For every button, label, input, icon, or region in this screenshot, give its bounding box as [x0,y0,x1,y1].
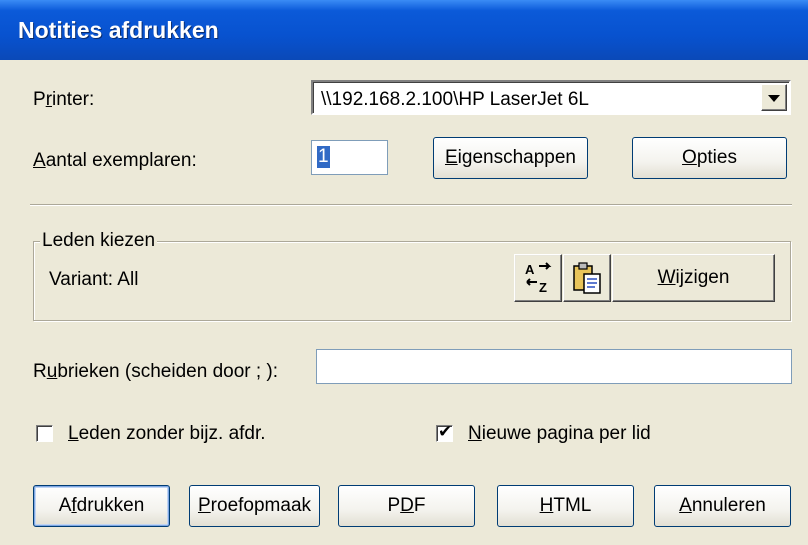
separator [30,204,792,206]
sort-button[interactable]: A Z [514,254,562,302]
copies-input[interactable]: 1 [311,140,388,175]
properties-button-label: Eigenschappen [444,147,576,168]
print-button[interactable]: Afdrukken [33,485,170,527]
properties-button[interactable]: Eigenschappen [433,137,588,179]
members-without-special-print-checkbox[interactable] [36,425,53,442]
window-title: Notities afdrukken [18,17,219,43]
members-group-legend: Leden kiezen [40,230,158,252]
printer-select-value: \\192.168.2.100\HP LaserJet 6L [321,89,589,110]
printer-select[interactable]: \\192.168.2.100\HP LaserJet 6L [311,80,791,115]
preview-button[interactable]: Proefopmaak [189,485,320,527]
title-bar[interactable]: Notities afdrukken [0,0,808,60]
html-button[interactable]: HTML [497,485,634,527]
dropdown-arrow-button[interactable] [761,84,787,111]
checkmark-icon: ✔ [438,422,453,441]
svg-text:A: A [525,262,535,277]
preview-button-label: Proefopmaak [197,495,312,516]
variant-text: Variant: All [49,269,139,290]
sort-az-icon: A Z [525,262,552,295]
members-without-special-print-label[interactable]: Leden zonder bijz. afdr. [68,423,266,445]
new-page-per-member-label[interactable]: Nieuwe pagina per lid [468,423,651,445]
print-button-label: Afdrukken [58,495,145,516]
copies-input-value: 1 [317,146,330,168]
change-button[interactable]: Wijzigen [612,254,775,302]
svg-text:Z: Z [539,280,547,295]
pdf-button-label: PDF [387,495,426,516]
sections-input[interactable] [316,349,792,384]
pdf-button[interactable]: PDF [338,485,475,527]
options-button[interactable]: Opties [632,137,787,179]
printer-label: Printer: [33,89,95,110]
options-button-label: Opties [682,147,737,168]
clipboard-button[interactable] [563,254,611,302]
chevron-down-icon [768,95,780,102]
sections-label: Rubrieken (scheiden door ; ): [33,361,279,382]
new-page-per-member-checkbox[interactable]: ✔ [436,422,453,442]
cancel-button-label: Annuleren [679,495,766,516]
cancel-button[interactable]: Annuleren [654,485,791,527]
clipboard-icon [573,262,601,294]
copies-label: Aantal exemplaren: [33,150,197,171]
html-button-label: HTML [539,495,592,516]
change-button-label: Wijzigen [657,267,730,288]
